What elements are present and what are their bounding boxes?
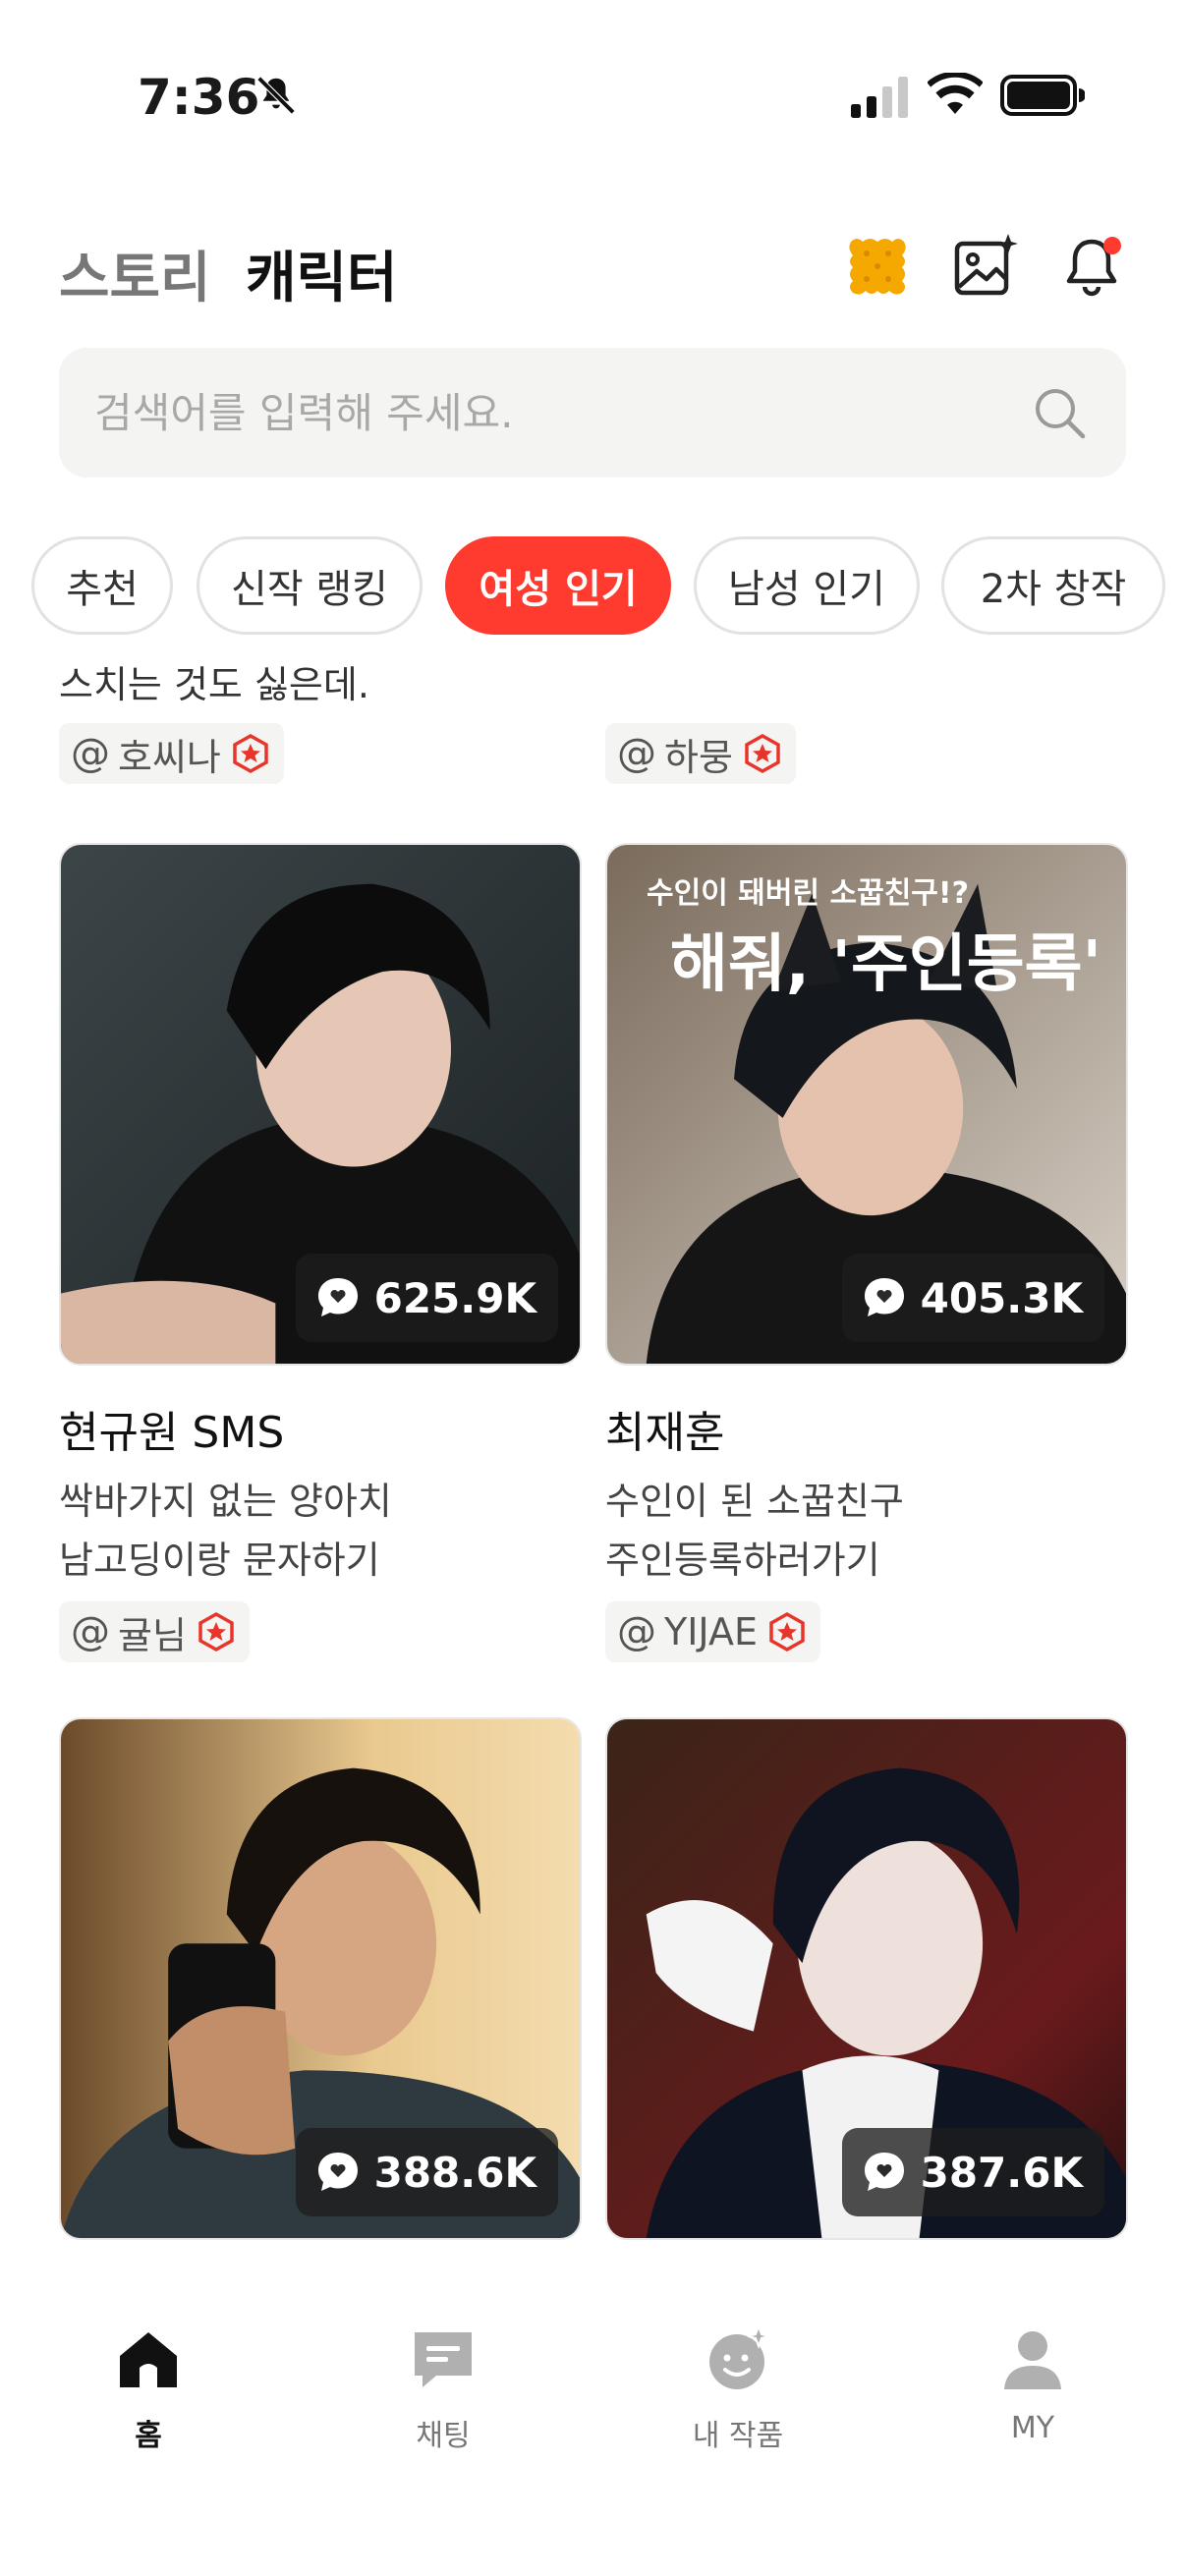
chat-count-badge: 388.6K — [295, 2128, 558, 2216]
character-description: 수인이 된 소꿉친구 주인등록하러가기 — [605, 1472, 1116, 1590]
star-badge-icon — [745, 734, 780, 773]
card-description: 스치는 것도 싫은데. — [59, 663, 369, 706]
creator-name: 하뭉 — [664, 735, 733, 779]
nav-label: MY — [1010, 2411, 1055, 2445]
chat-icon — [415, 2332, 472, 2387]
creator-tag[interactable]: @ 하뭉 — [605, 723, 796, 784]
filter-chips: 추천 신작 랭킹 여성 인기 남성 인기 2차 창작 — [31, 536, 1185, 637]
bottom-navigation: 홈 채팅 내 작품 MY — [0, 2289, 1185, 2576]
status-bar: 7:36 — [0, 0, 1185, 177]
at-icon: @ — [71, 1609, 110, 1654]
chat-count: 387.6K — [920, 2148, 1083, 2197]
screen: 7:36 스토리 캐릭터 검색어를 입력해 주세요. 추천 신작 랭킹 여성 인… — [0, 0, 1185, 2576]
filter-chip-female-popular[interactable]: 여성 인기 — [445, 536, 671, 635]
tab-story[interactable]: 스토리 — [59, 234, 211, 313]
my-works-icon — [709, 2324, 770, 2389]
home-icon — [120, 2332, 177, 2387]
chat-count-badge: 405.3K — [841, 1254, 1104, 1342]
description-line: 수인이 된 소꿉친구 — [605, 1480, 904, 1523]
filter-chip-fan-creation[interactable]: 2차 창작 — [941, 536, 1165, 635]
at-icon: @ — [617, 731, 656, 776]
nav-label: 채팅 — [416, 2419, 471, 2453]
nav-label: 내 작품 — [692, 2419, 784, 2453]
nav-my-works[interactable]: 내 작품 — [640, 2323, 836, 2454]
creator-name: YIJAE — [664, 1610, 758, 1653]
nav-chat[interactable]: 채팅 — [345, 2323, 541, 2454]
image-overlay-title: 해줘, '주인등록' — [670, 928, 1102, 1001]
chat-count-badge: 625.9K — [295, 1254, 558, 1342]
image-overlay-text: 수인이 돼버린 소꿉친구!? — [647, 876, 969, 911]
status-time: 7:36 — [138, 69, 260, 126]
description-line: 남고딩이랑 문자하기 — [59, 1539, 380, 1582]
chat-count: 405.3K — [920, 1273, 1083, 1322]
character-card-image[interactable]: 388.6K — [59, 1717, 582, 2240]
creator-tag[interactable]: @ 귤님 — [59, 1601, 250, 1662]
cookie-icon[interactable] — [843, 232, 912, 301]
chat-bubble-icon — [317, 1278, 358, 1316]
creator-name: 호씨나 — [118, 735, 221, 779]
filter-chip-recommended[interactable]: 추천 — [31, 536, 173, 635]
search-icon[interactable] — [1030, 383, 1089, 442]
character-card-image[interactable]: 수인이 돼버린 소꿉친구!? 해줘, '주인등록' 405.3K — [605, 843, 1128, 1366]
chat-bubble-icon — [864, 2153, 904, 2191]
description-line: 주인등록하러가기 — [605, 1539, 880, 1582]
search-input[interactable] — [94, 348, 1038, 477]
chat-bubble-icon — [864, 1278, 904, 1316]
nav-my[interactable]: MY — [934, 2323, 1131, 2445]
creator-tag[interactable]: @ 호씨나 — [59, 723, 284, 784]
chat-count: 625.9K — [373, 1273, 536, 1322]
bell-mute-icon — [256, 76, 296, 115]
nav-label: 홈 — [135, 2419, 162, 2453]
at-icon: @ — [617, 1609, 656, 1654]
star-badge-icon — [233, 734, 268, 773]
at-icon: @ — [71, 731, 110, 776]
character-name[interactable]: 최재훈 — [605, 1397, 724, 1460]
creator-name: 귤님 — [118, 1613, 187, 1657]
chat-count: 388.6K — [373, 2148, 536, 2197]
battery-icon — [1000, 75, 1085, 116]
cellular-signal-icon — [851, 77, 908, 118]
tab-character[interactable]: 캐릭터 — [246, 234, 398, 313]
character-card-image[interactable]: 625.9K — [59, 843, 582, 1366]
profile-icon — [1004, 2331, 1061, 2389]
search-bar[interactable] — [59, 348, 1126, 477]
chat-bubble-icon — [317, 2153, 358, 2191]
wifi-icon — [928, 73, 983, 114]
header: 스토리 캐릭터 — [0, 216, 1185, 324]
filter-chip-new-ranking[interactable]: 신작 랭킹 — [197, 536, 423, 635]
chat-count-badge: 387.6K — [841, 2128, 1104, 2216]
star-badge-icon — [769, 1612, 805, 1652]
image-generate-icon[interactable] — [951, 232, 1020, 301]
notification-bell-icon[interactable] — [1057, 232, 1126, 301]
nav-home[interactable]: 홈 — [50, 2323, 247, 2454]
character-card-image[interactable]: 387.6K — [605, 1717, 1128, 2240]
description-line: 싹바가지 없는 양아치 — [59, 1480, 392, 1523]
star-badge-icon — [198, 1612, 234, 1652]
character-description: 싹바가지 없는 양아치 남고딩이랑 문자하기 — [59, 1472, 570, 1590]
filter-chip-male-popular[interactable]: 남성 인기 — [694, 536, 920, 635]
character-name[interactable]: 현규원 SMS — [59, 1397, 284, 1460]
creator-tag[interactable]: @ YIJAE — [605, 1601, 820, 1662]
